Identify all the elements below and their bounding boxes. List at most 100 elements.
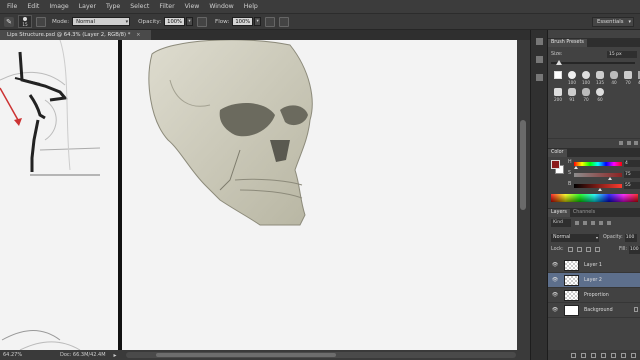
lock-transparent-icon[interactable] [567, 247, 573, 252]
hue-field[interactable]: 4 [624, 160, 640, 167]
brightness-slider-knob[interactable] [598, 188, 602, 191]
new-group-icon[interactable] [611, 352, 616, 358]
document-canvas[interactable] [0, 40, 530, 350]
mode-value: Normal [76, 19, 95, 25]
fx-icon[interactable] [581, 352, 586, 358]
lock-all-icon[interactable] [594, 247, 600, 252]
right-panels: Brush Presets Size: 15 px 100 100 135 40… [547, 30, 640, 360]
color-spectrum-ramp[interactable] [551, 194, 638, 202]
flow-field[interactable]: 100% [232, 17, 254, 26]
brush-tip[interactable]: 91 [565, 88, 579, 105]
pixel-filter-icon[interactable] [575, 220, 579, 225]
foreground-color-swatch[interactable] [551, 160, 560, 169]
brush-tip[interactable]: 135 [593, 71, 607, 88]
saturation-slider[interactable] [574, 173, 622, 177]
brightness-field[interactable]: 55 [624, 182, 640, 189]
blend-mode-select[interactable]: Normal ▾ [551, 233, 599, 242]
brightness-row: B 55 [568, 182, 640, 192]
brush-size-slider[interactable] [551, 60, 635, 65]
type-filter-icon[interactable] [591, 220, 595, 225]
brush-tip[interactable]: 200 [551, 88, 565, 105]
menu-filter[interactable]: Filter [154, 0, 179, 13]
chevron-down-icon: ▾ [595, 234, 598, 240]
smart-object-filter-icon[interactable] [607, 220, 611, 225]
adjustment-filter-icon[interactable] [583, 220, 587, 225]
layer-row-background[interactable]: 👁 Background [548, 303, 640, 318]
brush-tip[interactable]: 100 [579, 71, 593, 88]
menu-file[interactable]: File [0, 0, 22, 13]
workspace-switcher[interactable]: Essentials ▾ [592, 17, 634, 27]
fill-label: Fill: [618, 247, 627, 252]
trash-icon[interactable] [631, 352, 636, 358]
brush-picker[interactable]: 15 [18, 15, 32, 28]
tab-brush-presets[interactable]: Brush Presets [548, 39, 587, 47]
dock-icon-strip [536, 38, 543, 81]
menu-view[interactable]: View [180, 0, 205, 13]
hue-slider-knob[interactable] [574, 166, 578, 169]
zoom-level[interactable]: 64.27% [0, 352, 26, 358]
brush-tip[interactable]: 447 [635, 71, 640, 88]
visibility-eye-icon[interactable]: 👁 [550, 307, 560, 313]
layer-row-proportion[interactable]: 👁 Proportion [548, 288, 640, 303]
layer-kind-filter[interactable]: Kind [551, 218, 571, 227]
layer-row-layer-1[interactable]: 👁 Layer 1 [548, 258, 640, 273]
brush-size-field[interactable]: 15 px [607, 50, 637, 58]
brush-tip[interactable]: 100 [565, 71, 579, 88]
horizontal-scroll-thumb[interactable] [156, 353, 336, 357]
lock-position-icon[interactable] [585, 247, 591, 252]
adjustment-layer-icon[interactable] [601, 352, 606, 358]
layer-row-layer-2[interactable]: 👁 Layer 2 [548, 273, 640, 288]
brush-tip[interactable]: 40 [607, 71, 621, 88]
brush-size-value: 15 [22, 21, 28, 27]
horizontal-scrollbar[interactable] [126, 352, 516, 358]
trash-icon[interactable] [634, 141, 638, 145]
new-layer-icon[interactable] [621, 352, 626, 358]
menu-edit[interactable]: Edit [22, 0, 44, 13]
opacity-dropdown-button[interactable]: ▾ [185, 17, 193, 26]
status-bar: 64.27% Doc: 66.3M/42.4M ▸ [0, 350, 530, 360]
tab-layers[interactable]: Layers [548, 209, 570, 217]
menu-type[interactable]: Type [101, 0, 125, 13]
tab-channels[interactable]: Channels [570, 209, 598, 217]
layers-panel: Layers Channels Kind Normal ▾ Opacity: 1… [548, 208, 640, 360]
brush-panel-toggle-icon[interactable] [36, 16, 46, 27]
visibility-eye-icon[interactable]: 👁 [550, 262, 560, 268]
brush-tip[interactable]: 70 [579, 88, 593, 105]
airbrush-icon[interactable] [265, 16, 276, 27]
toggle-brush-panel-icon[interactable] [619, 141, 623, 145]
vertical-scrollbar[interactable] [517, 40, 530, 350]
status-menu-arrow-icon[interactable]: ▸ [114, 352, 117, 359]
brush-tip[interactable] [551, 71, 565, 88]
new-preset-icon[interactable] [627, 141, 631, 145]
opacity-field[interactable]: 100% [164, 17, 185, 26]
close-icon[interactable]: × [136, 32, 140, 38]
pressure-opacity-icon[interactable] [196, 16, 207, 27]
brush-tip[interactable]: 60 [593, 88, 607, 105]
visibility-eye-icon[interactable]: 👁 [550, 277, 560, 283]
lock-image-icon[interactable] [576, 247, 582, 252]
layer-opacity-field[interactable]: 100 [624, 233, 637, 242]
tab-color[interactable]: Color [548, 149, 567, 157]
chevron-down-icon: ▾ [125, 19, 129, 25]
flow-dropdown-button[interactable]: ▾ [254, 17, 262, 26]
add-mask-icon[interactable] [591, 352, 596, 358]
fill-field[interactable]: 100 [629, 245, 640, 254]
saturation-slider-knob[interactable] [608, 177, 612, 180]
menu-image[interactable]: Image [44, 0, 73, 13]
menu-help[interactable]: Help [239, 0, 263, 13]
link-layers-icon[interactable] [571, 352, 576, 358]
mode-select[interactable]: Normal ▾ [72, 17, 131, 26]
shape-filter-icon[interactable] [599, 220, 603, 225]
menu-select[interactable]: Select [125, 0, 154, 13]
menu-layer[interactable]: Layer [74, 0, 101, 13]
brush-tip[interactable]: 70 [621, 71, 635, 88]
vertical-scroll-thumb[interactable] [520, 120, 526, 210]
saturation-field[interactable]: 75 [624, 171, 640, 178]
brush-size-slider-knob[interactable] [556, 60, 562, 65]
brush-tool-icon[interactable]: ✎ [4, 16, 14, 27]
visibility-eye-icon[interactable]: 👁 [550, 292, 560, 298]
hue-slider[interactable] [574, 162, 622, 166]
document-tab[interactable]: Lips Structure.psd @ 64.3% (Layer 2, RGB… [0, 30, 151, 40]
pressure-size-icon[interactable] [279, 16, 290, 27]
menu-window[interactable]: Window [204, 0, 238, 13]
